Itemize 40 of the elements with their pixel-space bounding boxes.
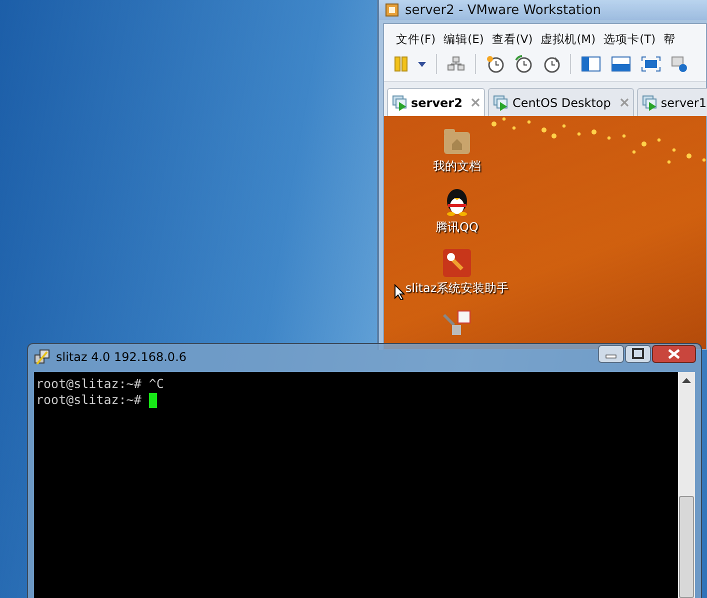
scrollbar[interactable] (678, 372, 695, 598)
menu-item[interactable]: 帮 (664, 32, 676, 46)
vm-icon (392, 94, 408, 110)
scrollbar-thumb[interactable] (679, 496, 694, 598)
menu-item[interactable]: 文件(F) (396, 32, 436, 46)
vm-icon (493, 94, 510, 110)
wrench-icon (442, 248, 472, 278)
clock-icon[interactable] (542, 55, 560, 73)
pause-icon[interactable] (394, 56, 408, 72)
vm-icon (642, 94, 658, 110)
vm-tab[interactable]: server2 (387, 88, 486, 116)
menu-item[interactable]: 编辑(E) (444, 32, 484, 46)
vm-tab[interactable]: CentOS Desktop (488, 88, 634, 116)
vm-tab[interactable]: server1 (636, 88, 707, 116)
minimize-icon[interactable] (598, 345, 624, 363)
mouse-pointer-icon (394, 284, 405, 300)
folder-icon (442, 126, 472, 156)
terminal-line: root@slitaz:~# (36, 392, 142, 408)
icon-label: 我的文档 (432, 158, 482, 175)
maximize-icon[interactable] (625, 345, 651, 363)
app-icon (385, 3, 399, 17)
close-icon[interactable] (652, 345, 696, 363)
caret-icon[interactable] (418, 62, 426, 66)
fullscreen-icon[interactable] (641, 56, 661, 72)
menu-item[interactable]: 查看(V) (492, 32, 533, 46)
computers-icon[interactable] (447, 56, 465, 72)
menu-item[interactable]: 虚拟机(M) (540, 32, 596, 46)
clock-icon[interactable] (514, 55, 532, 73)
clock-icon[interactable] (486, 55, 504, 73)
menu-item[interactable]: 选项卡(T) (604, 32, 656, 46)
putty-icon (34, 349, 50, 365)
window-title: server2 - VMware Workstation (405, 2, 601, 18)
panel-icon[interactable] (611, 56, 631, 72)
scroll-up-icon[interactable] (682, 378, 691, 383)
sidebar-icon[interactable] (581, 56, 601, 72)
icon-label: slitaz系统安装助手 (405, 280, 509, 297)
window-title: slitaz 4.0 192.168.0.6 (56, 350, 187, 364)
windows-icon[interactable] (671, 56, 687, 72)
icon-label: 腾讯QQ (434, 219, 480, 236)
terminal-line: root@slitaz:~# ^C (36, 376, 164, 392)
